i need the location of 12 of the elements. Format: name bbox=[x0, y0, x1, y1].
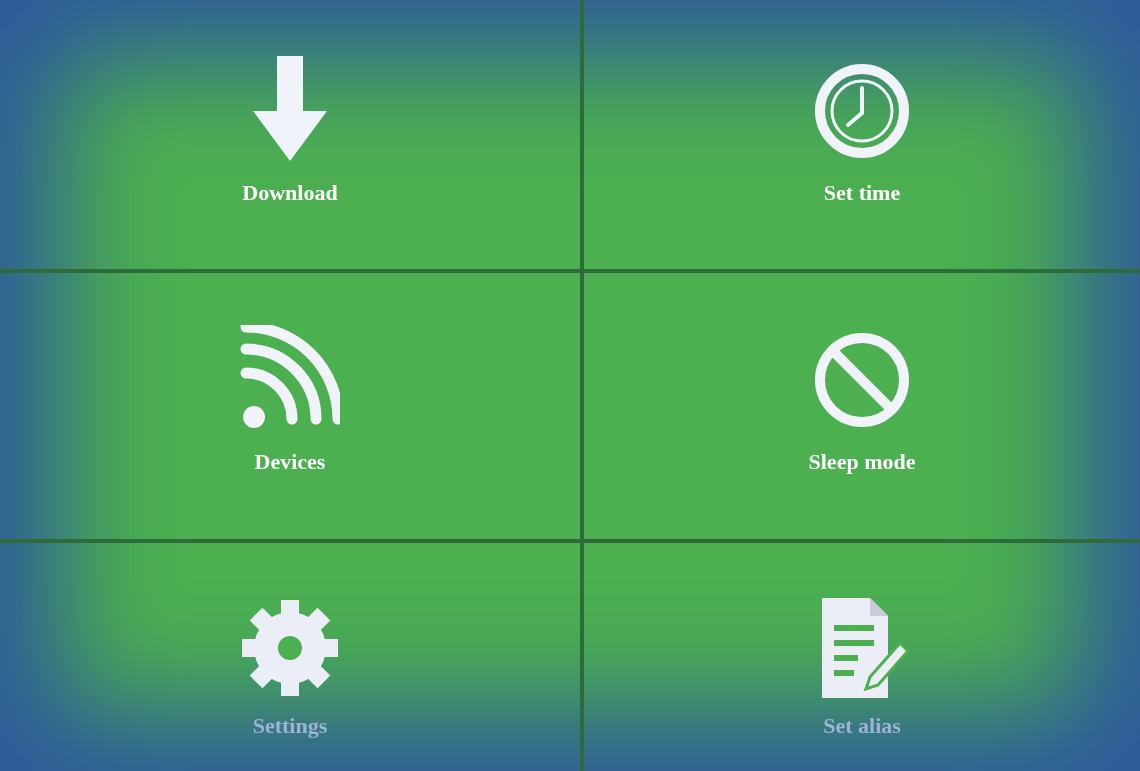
tile-label: Download bbox=[242, 180, 338, 206]
tile-label: Sleep mode bbox=[808, 449, 916, 475]
menu-tile[interactable]: Set alias bbox=[812, 543, 912, 739]
tile-label: Settings bbox=[252, 713, 328, 739]
menu-tile[interactable]: Set time bbox=[812, 0, 912, 206]
tile-label: Devices bbox=[254, 449, 326, 475]
menu-tile[interactable]: Devices bbox=[240, 273, 340, 475]
menu-tile[interactable]: Settings bbox=[240, 543, 340, 739]
tile-label: Set alias bbox=[823, 713, 901, 739]
menu-tile[interactable]: Sleep mode bbox=[808, 273, 916, 475]
tile-label: Set time bbox=[823, 180, 901, 206]
menu-tile[interactable]: Download bbox=[240, 0, 340, 206]
